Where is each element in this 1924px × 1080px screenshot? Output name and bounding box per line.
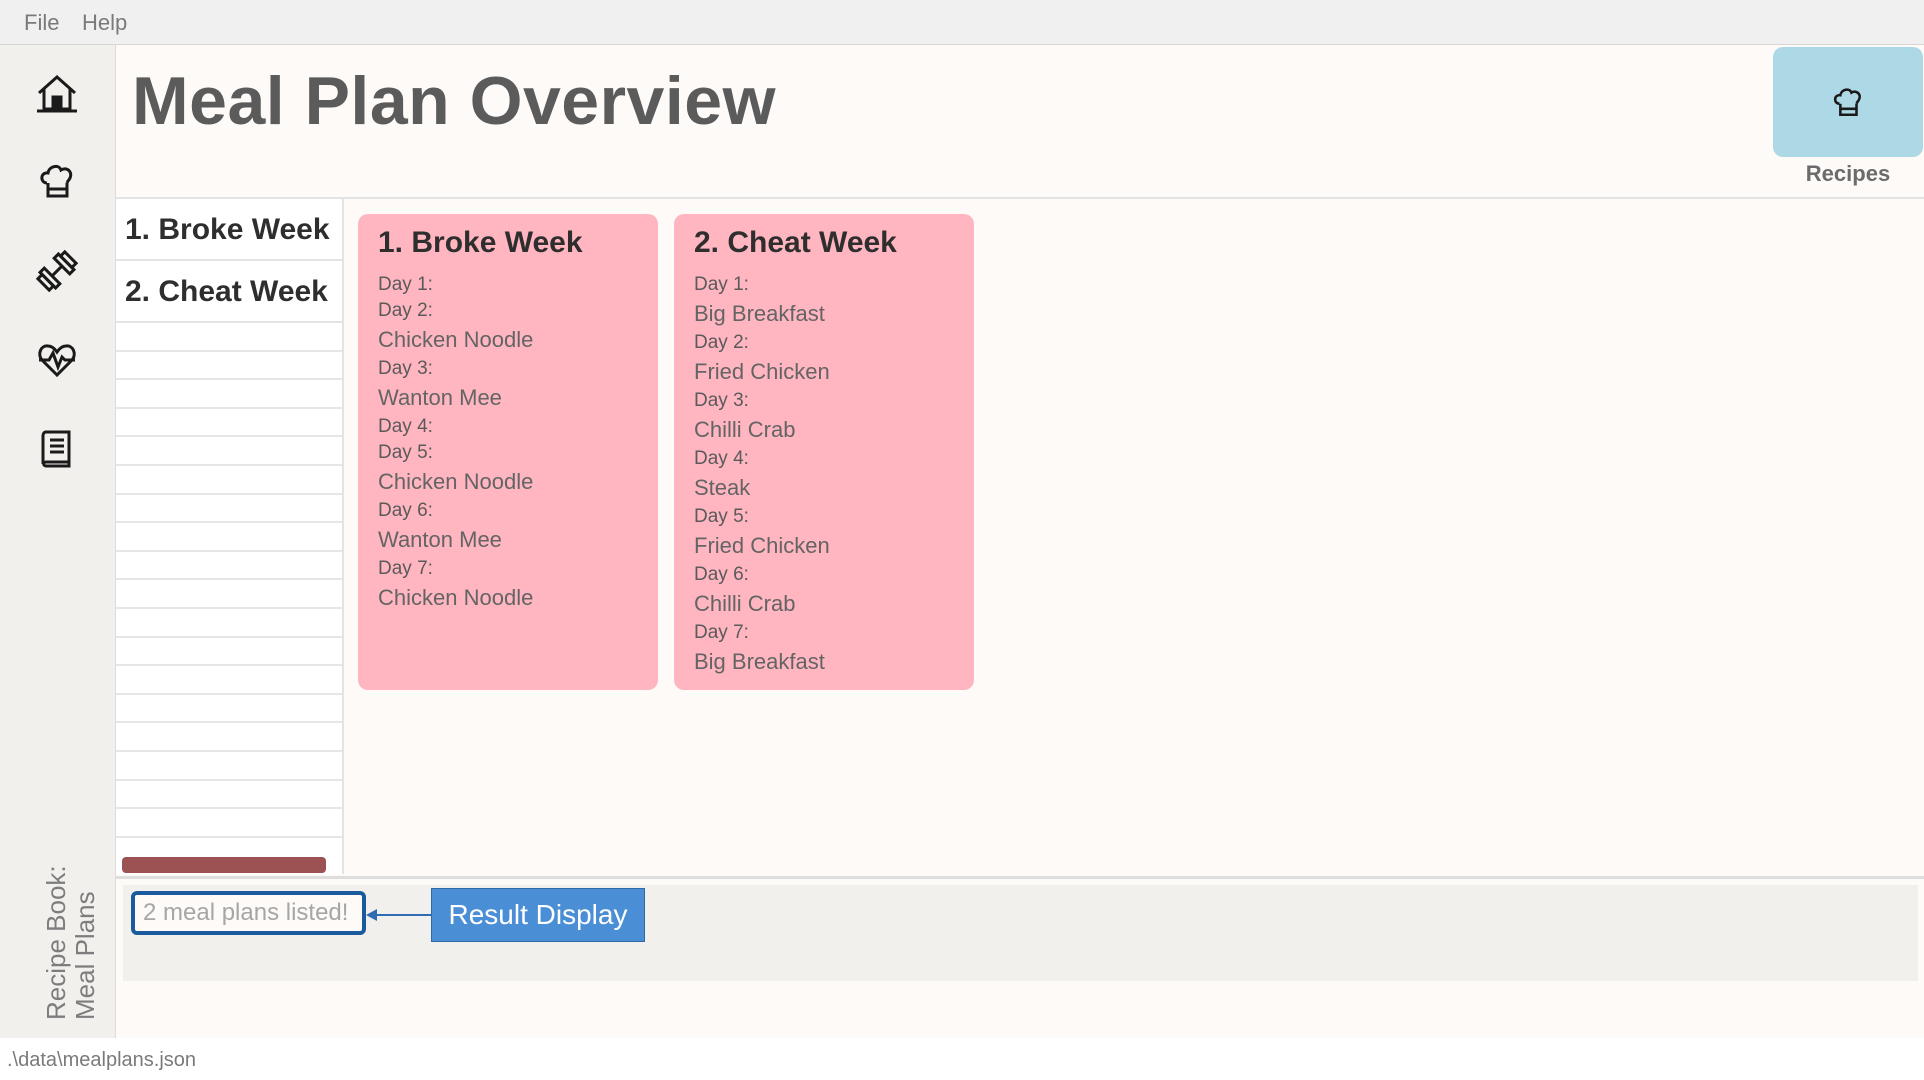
empty-list-row	[116, 781, 342, 810]
meal-name: Wanton Mee	[378, 385, 502, 410]
meal-name: Chicken Noodle	[378, 327, 534, 352]
menu-help[interactable]: Help	[82, 10, 127, 36]
empty-list-row	[116, 409, 342, 438]
meal-name: Wanton Mee	[378, 527, 502, 552]
meal-plan-card[interactable]: 1. Broke Week Day 1: Day 2: Chicken Nood…	[358, 214, 658, 690]
empty-list-row	[116, 752, 342, 781]
empty-list-row	[116, 580, 342, 609]
page-title: Meal Plan Overview	[132, 63, 776, 139]
day-label: Day 4:	[694, 448, 749, 469]
callout-arrow-head	[366, 909, 377, 921]
list-item[interactable]: 1. Broke Week	[116, 199, 342, 261]
chef-hat-icon	[1833, 88, 1861, 117]
day-label: Day 2:	[694, 332, 749, 353]
day-label: Day 4:	[378, 416, 433, 437]
empty-list-row	[116, 495, 342, 524]
day-label: Day 3:	[694, 390, 749, 411]
meal-plan-card[interactable]: 2. Cheat Week Day 1: Big Breakfast Day 2…	[674, 214, 974, 690]
meal-name: Chicken Noodle	[378, 469, 534, 494]
empty-list-row	[116, 352, 342, 381]
menu-file[interactable]: File	[24, 10, 59, 36]
empty-list-row	[116, 723, 342, 752]
card-title: 1. Broke Week	[378, 226, 583, 259]
empty-rows	[116, 323, 342, 838]
meal-name: Big Breakfast	[694, 301, 825, 326]
empty-list-row	[116, 323, 342, 352]
horizontal-scrollbar[interactable]	[122, 857, 326, 873]
result-display: 2 meal plans listed!	[131, 891, 366, 935]
day-label: Day 5:	[694, 506, 749, 527]
empty-list-row	[116, 666, 342, 695]
day-label: Day 1:	[378, 274, 433, 295]
day-label: Day 6:	[378, 500, 433, 521]
view-label: Recipe Book: Meal Plans	[41, 865, 100, 1020]
empty-list-row	[116, 437, 342, 466]
meal-name: Chicken Noodle	[378, 585, 534, 610]
empty-list-row	[116, 638, 342, 667]
day-label: Day 7:	[694, 622, 749, 643]
empty-list-row	[116, 523, 342, 552]
day-label: Day 6:	[694, 564, 749, 585]
home-icon[interactable]	[33, 69, 81, 117]
day-label: Day 3:	[378, 358, 433, 379]
empty-list-row	[116, 466, 342, 495]
day-label: Day 5:	[378, 442, 433, 463]
day-label: Day 2:	[378, 300, 433, 321]
empty-list-row	[116, 609, 342, 638]
day-label: Day 7:	[378, 558, 433, 579]
menu-bar: File Help	[0, 0, 1924, 45]
book-icon[interactable]	[33, 426, 81, 474]
view-label-line2: Meal Plans	[70, 891, 100, 1020]
view-label-line1: Recipe Book:	[41, 865, 71, 1020]
meal-name: Steak	[694, 475, 751, 500]
result-display-area	[123, 885, 1918, 981]
chef-hat-icon[interactable]	[33, 157, 81, 205]
recipes-button[interactable]	[1773, 47, 1923, 157]
dumbbell-icon[interactable]	[33, 247, 81, 295]
meal-name: Big Breakfast	[694, 649, 825, 674]
empty-list-row	[116, 380, 342, 409]
recipes-button-label[interactable]: Recipes	[1773, 161, 1923, 187]
empty-list-row	[116, 809, 342, 838]
result-display-callout: Result Display	[431, 888, 645, 942]
meal-name: Chilli Crab	[694, 417, 796, 442]
empty-list-row	[116, 552, 342, 581]
list-item[interactable]: 2. Cheat Week	[116, 261, 342, 323]
heartbeat-icon[interactable]	[33, 337, 81, 385]
empty-list-row	[116, 695, 342, 724]
meal-name: Chilli Crab	[694, 591, 796, 616]
status-bar-path: .\data\mealplans.json	[7, 1049, 197, 1071]
meal-name: Fried Chicken	[694, 359, 830, 384]
sidebar: Recipe Book: Meal Plans	[0, 45, 116, 1038]
day-label: Day 1:	[694, 274, 749, 295]
callout-arrow-line	[376, 914, 431, 916]
meal-name: Fried Chicken	[694, 533, 830, 558]
card-title: 2. Cheat Week	[694, 226, 897, 259]
meal-plan-list: 1. Broke Week 2. Cheat Week	[116, 199, 344, 874]
